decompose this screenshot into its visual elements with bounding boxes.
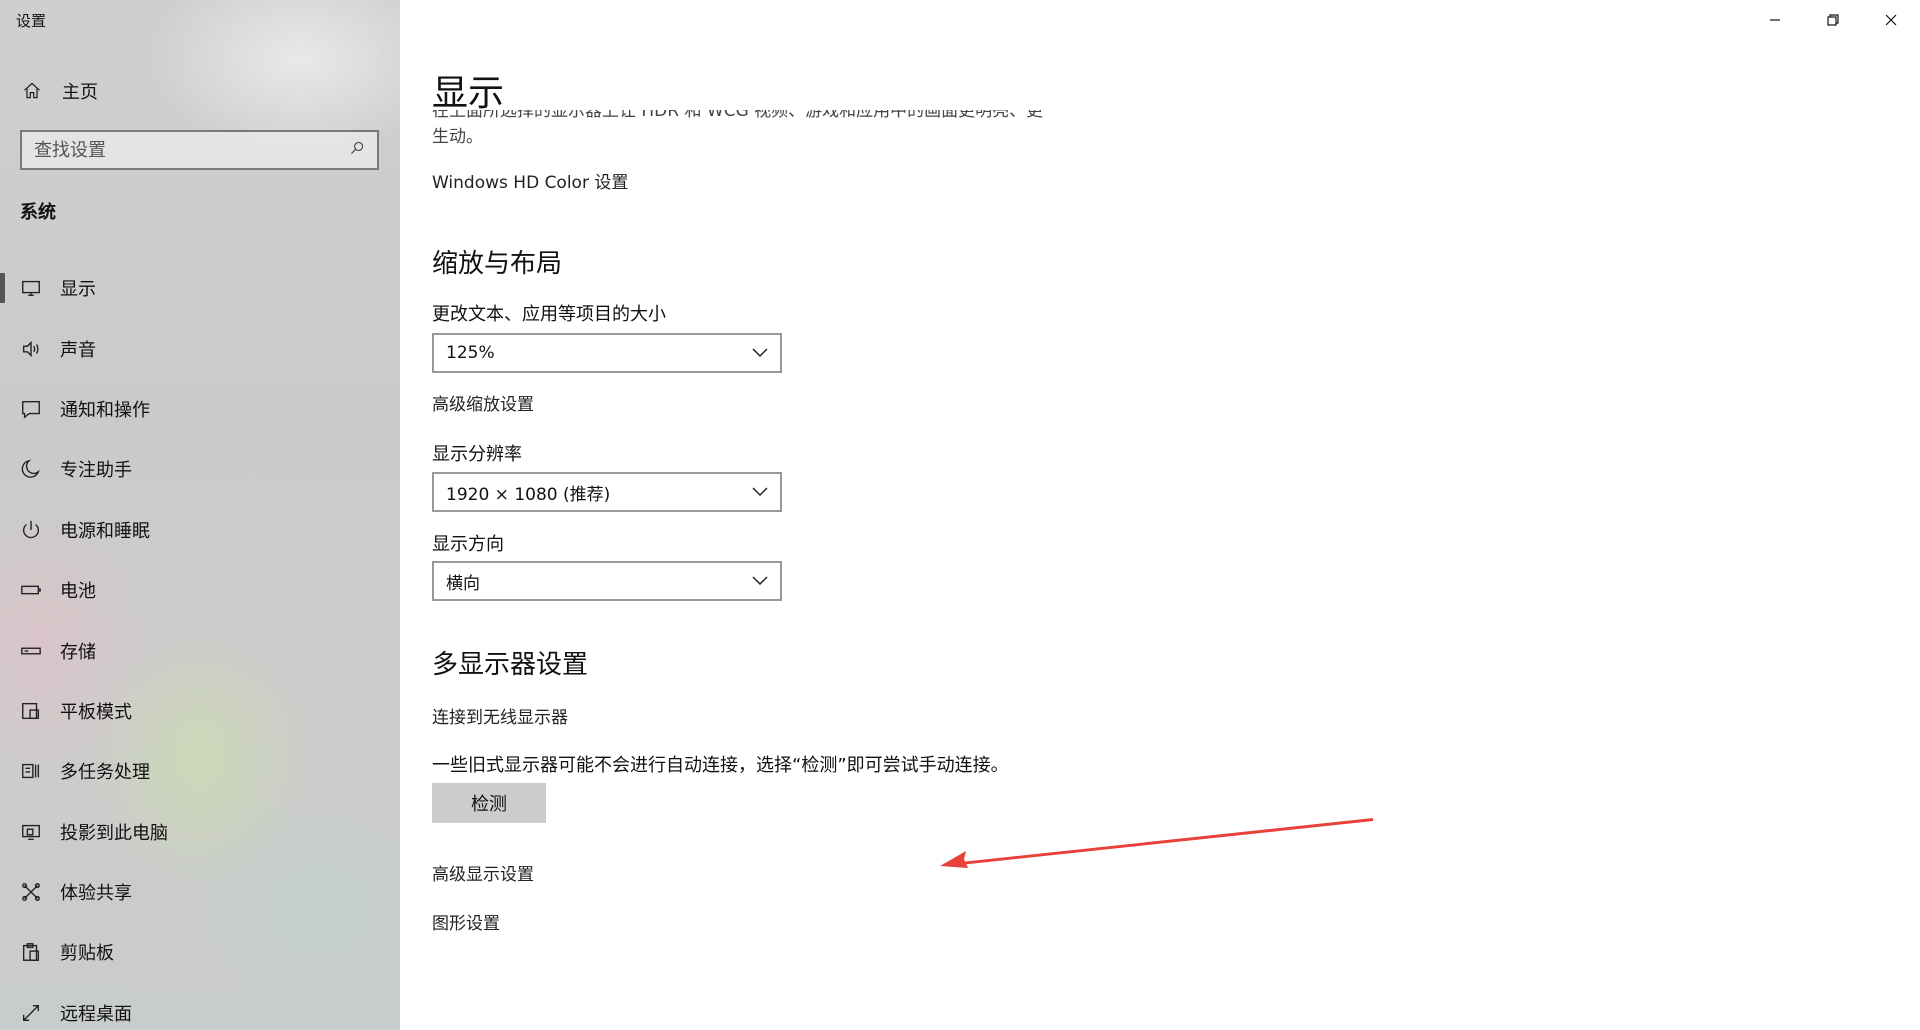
search-input[interactable]	[34, 139, 324, 161]
search-icon[interactable]	[349, 140, 365, 160]
orientation-value: 横向	[446, 573, 480, 594]
multi-display-heading: 多显示器设置	[432, 650, 589, 680]
sidebar-nav: 显示 声音 通知和操作 专注助手 电源和睡眠 电池 存储 平板模式 多任务处理 …	[0, 258, 400, 1030]
sidebar-item-label: 远程桌面	[60, 1003, 132, 1025]
sidebar-item-battery[interactable]: 电池	[0, 560, 400, 620]
moon-icon	[18, 458, 44, 480]
sidebar-item-shared-experiences[interactable]: 体验共享	[0, 862, 400, 922]
resolution-label: 显示分辨率	[432, 444, 522, 465]
sidebar-item-focus-assist[interactable]: 专注助手	[0, 439, 400, 499]
sidebar-item-label: 声音	[60, 339, 96, 361]
notification-icon	[18, 398, 44, 420]
sidebar-item-label: 显示	[60, 279, 96, 301]
chevron-down-icon	[752, 487, 768, 497]
sidebar-item-power-sleep[interactable]: 电源和睡眠	[0, 500, 400, 560]
resolution-dropdown[interactable]: 1920 × 1080 (推荐)	[432, 472, 782, 512]
close-button[interactable]	[1862, 0, 1920, 40]
power-icon	[18, 519, 44, 541]
window-controls	[1746, 0, 1920, 40]
sidebar-item-sound[interactable]: 声音	[0, 318, 400, 378]
main-content: 显示 在上面所选择的显示器上让 HDR 和 WCG 视频、游戏和应用中的画面更明…	[400, 0, 1920, 1030]
storage-icon	[18, 640, 44, 662]
sidebar-item-display[interactable]: 显示	[0, 258, 400, 318]
sidebar-item-label: 体验共享	[60, 883, 132, 905]
project-icon	[18, 821, 44, 843]
sidebar-item-project-to-pc[interactable]: 投影到此电脑	[0, 802, 400, 862]
monitor-icon	[18, 277, 44, 299]
tablet-icon	[18, 700, 44, 722]
sidebar-item-label: 专注助手	[60, 460, 132, 482]
graphics-settings-link[interactable]: 图形设置	[432, 909, 500, 934]
advanced-display-settings-link[interactable]: 高级显示设置	[432, 860, 534, 885]
hdr-description: 在上面所选择的显示器上让 HDR 和 WCG 视频、游戏和应用中的画面更明亮、更…	[432, 110, 1052, 158]
sidebar: 设置 主页 系统 显示 声音 通知和操作 专注助手	[0, 0, 400, 1030]
sidebar-item-label: 平板模式	[60, 701, 132, 723]
detect-button[interactable]: 检测	[432, 783, 546, 823]
sidebar-item-label: 多任务处理	[60, 762, 150, 784]
search-box[interactable]	[20, 130, 379, 170]
chevron-down-icon	[752, 576, 768, 586]
multitask-icon	[18, 760, 44, 782]
scale-layout-heading: 缩放与布局	[432, 249, 563, 279]
remote-icon	[18, 1002, 44, 1024]
sidebar-item-clipboard[interactable]: 剪贴板	[0, 922, 400, 982]
sidebar-item-label: 电池	[60, 581, 96, 603]
minimize-icon	[1770, 19, 1780, 21]
orientation-dropdown[interactable]: 横向	[432, 561, 782, 601]
text-size-label: 更改文本、应用等项目的大小	[432, 304, 666, 325]
sidebar-item-label: 投影到此电脑	[60, 822, 168, 844]
sidebar-item-multitasking[interactable]: 多任务处理	[0, 741, 400, 801]
share-icon	[18, 881, 44, 903]
section-label-system: 系统	[20, 202, 56, 223]
minimize-button[interactable]	[1746, 0, 1804, 40]
chevron-down-icon	[752, 348, 768, 358]
sidebar-item-tablet-mode[interactable]: 平板模式	[0, 681, 400, 741]
app-title: 设置	[16, 12, 47, 30]
selection-indicator	[0, 273, 5, 303]
clipboard-icon	[18, 941, 44, 963]
text-size-dropdown[interactable]: 125%	[432, 333, 782, 373]
orientation-label: 显示方向	[432, 534, 504, 555]
sidebar-item-label: 电源和睡眠	[60, 520, 150, 542]
speaker-icon	[18, 338, 44, 360]
sidebar-home[interactable]: 主页	[0, 74, 400, 108]
sidebar-item-remote-desktop[interactable]: 远程桌面	[0, 983, 400, 1030]
restore-button[interactable]	[1804, 0, 1862, 40]
restore-icon	[1827, 14, 1839, 26]
hdr-color-settings-link[interactable]: Windows HD Color 设置	[432, 168, 628, 193]
sidebar-item-label: 存储	[60, 641, 96, 663]
hdr-description-text: 在上面所选择的显示器上让 HDR 和 WCG 视频、游戏和应用中的画面更明亮、更…	[432, 110, 1044, 147]
close-icon	[1885, 14, 1897, 26]
sidebar-home-label: 主页	[62, 82, 98, 103]
detect-description: 一些旧式显示器可能不会进行自动连接，选择“检测”即可尝试手动连接。	[432, 755, 1009, 776]
annotation-arrow	[940, 818, 1373, 868]
sidebar-item-label: 剪贴板	[60, 943, 114, 965]
resolution-value: 1920 × 1080 (推荐)	[446, 484, 611, 505]
sidebar-item-label: 通知和操作	[60, 399, 150, 421]
advanced-scaling-link[interactable]: 高级缩放设置	[432, 390, 534, 415]
home-icon	[20, 81, 44, 101]
sidebar-item-notifications[interactable]: 通知和操作	[0, 379, 400, 439]
sidebar-item-storage[interactable]: 存储	[0, 620, 400, 680]
page-title: 显示	[432, 73, 505, 114]
connect-wireless-display-link[interactable]: 连接到无线显示器	[432, 703, 568, 728]
battery-icon	[18, 579, 44, 601]
text-size-value: 125%	[446, 343, 495, 363]
